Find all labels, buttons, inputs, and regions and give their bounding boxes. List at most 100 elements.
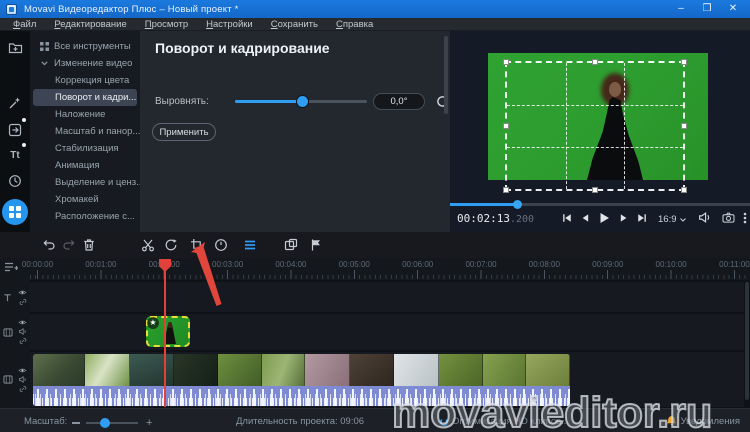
filters-icon[interactable] [3,91,27,115]
play-button[interactable] [599,212,610,224]
playhead-line[interactable] [164,259,166,407]
clip-properties-icon[interactable] [243,238,257,252]
video-track-icon [3,327,13,337]
crop-icon[interactable] [190,238,204,252]
video-edit-group[interactable]: Изменение видео [30,55,140,72]
crop-handle[interactable] [503,187,509,193]
crop-handle[interactable] [503,59,509,65]
menu-item[interactable]: Редактирование [45,19,135,30]
ruler-label: 00:08:00 [528,260,560,269]
tools-list-item[interactable]: Анимация [33,157,137,174]
ruler-label: 00:05:00 [338,260,370,269]
title-track-icon [4,293,11,301]
all-tools-item[interactable]: Все инструменты [30,38,140,55]
crop-handle[interactable] [592,59,598,65]
video-track-header[interactable] [0,352,30,407]
zoom-slider[interactable] [86,418,138,428]
ruler-label: 00:09:00 [592,260,624,269]
menu-item[interactable]: Просмотр [136,19,197,30]
more-tools-button[interactable] [2,199,28,225]
tools-list-item[interactable]: Поворот и кадри... [33,89,137,106]
frame-back-button[interactable] [581,213,590,223]
title-track-header[interactable] [0,282,30,312]
mute-speaker-icon[interactable] [18,328,27,335]
menu-item[interactable]: Справка [327,19,382,30]
notifications-button[interactable]: Уведомления [666,415,740,427]
skip-end-button[interactable] [637,213,647,223]
badge-dot [22,143,26,147]
film-frame [174,354,218,386]
window-title: Movavi Видеоредактор Плюс – Новый проект… [24,3,239,15]
crop-handle[interactable] [681,59,687,65]
timecode: 00:02:13.200 [457,212,535,225]
snapshot-camera-icon[interactable] [722,212,735,223]
undo-icon[interactable] [42,238,56,252]
aspect-ratio-dropdown[interactable]: 16:9 [658,214,686,225]
bell-icon [666,416,676,425]
preview-seek-bar[interactable] [450,200,750,209]
menu-item[interactable]: Файл [4,19,45,30]
add-track-icon[interactable] [4,261,18,273]
link-icon[interactable] [19,298,27,306]
frame-forward-button[interactable] [619,213,628,223]
split-scissors-icon[interactable] [141,238,155,252]
mute-speaker-icon[interactable] [18,376,27,383]
main-video-clip[interactable] [33,354,570,406]
more-options-icon[interactable] [743,212,747,224]
media-import-icon[interactable] [3,35,27,59]
film-frame [218,354,262,386]
tools-list-item[interactable]: Масштаб и панор... [33,123,140,140]
zoom-out-button[interactable] [72,422,80,424]
titles-icon[interactable]: Tt [3,143,27,167]
zoom-in-button[interactable]: + [146,418,152,429]
volume-icon[interactable] [698,212,711,223]
timeline-scrollbar[interactable] [745,282,749,400]
transitions-icon[interactable] [3,118,27,142]
speed-clock-icon[interactable] [3,169,27,193]
film-frame [526,354,570,386]
title-bar[interactable]: Movavi Видеоредактор Плюс – Новый проект… [0,0,750,18]
seek-thumb[interactable] [513,200,522,209]
tools-list-item[interactable]: Выделение и ценз... [33,174,140,191]
title-track[interactable] [30,282,744,312]
minimize-button[interactable]: – [668,0,694,18]
film-frame [350,354,394,386]
link-icon[interactable] [19,337,27,345]
maximize-button[interactable]: ❒ [694,0,720,18]
ruler-label: 00:06:00 [402,260,434,269]
tools-list-item[interactable]: Расположение с... [33,208,137,225]
visibility-eye-icon[interactable] [18,319,27,326]
tools-list-item[interactable]: Наложение [33,106,137,123]
menu-bar: Файл Редактирование Просмотр Настройки Сохра… [0,18,750,31]
crop-handle[interactable] [503,123,509,129]
tools-list-item[interactable]: Хромакей [33,191,137,208]
skip-start-button[interactable] [562,213,572,223]
visibility-eye-icon[interactable] [18,367,27,374]
apply-button[interactable]: Применить [152,123,216,141]
crop-handle[interactable] [681,123,687,129]
link-icon[interactable] [19,385,27,393]
tools-list-item[interactable]: Коррекция цвета [33,72,137,89]
crop-handle[interactable] [681,187,687,193]
delete-icon[interactable] [82,238,96,252]
clip-speed-icon[interactable] [214,238,228,252]
selected-overlay-clip[interactable]: ★ [146,316,190,347]
redo-icon[interactable] [62,238,76,252]
overlay-pip-icon[interactable] [284,238,298,252]
menu-item[interactable]: Сохранить [262,19,327,30]
visibility-eye-icon[interactable] [18,289,27,296]
close-button[interactable]: ✕ [720,0,746,18]
zoom-slider-thumb[interactable] [100,418,110,428]
tools-list-item[interactable]: Стабилизация [33,140,137,157]
menu-item[interactable]: Настройки [197,19,262,30]
timeline-ruler[interactable]: 00:00:0000:01:0000:02:0000:03:0000:04:00… [0,258,750,280]
overlay-track-header[interactable] [0,314,30,350]
status-bar: Масштаб: + Длительность проекта: 09:06 О… [0,408,750,432]
crop-selection-box[interactable] [503,59,687,193]
rotate-icon[interactable] [164,238,178,252]
marker-flag-icon[interactable] [309,238,323,252]
panel-scrollbar[interactable] [444,36,448,114]
film-frame [33,354,85,386]
overlay-track[interactable] [30,314,744,350]
crop-handle[interactable] [592,187,598,193]
